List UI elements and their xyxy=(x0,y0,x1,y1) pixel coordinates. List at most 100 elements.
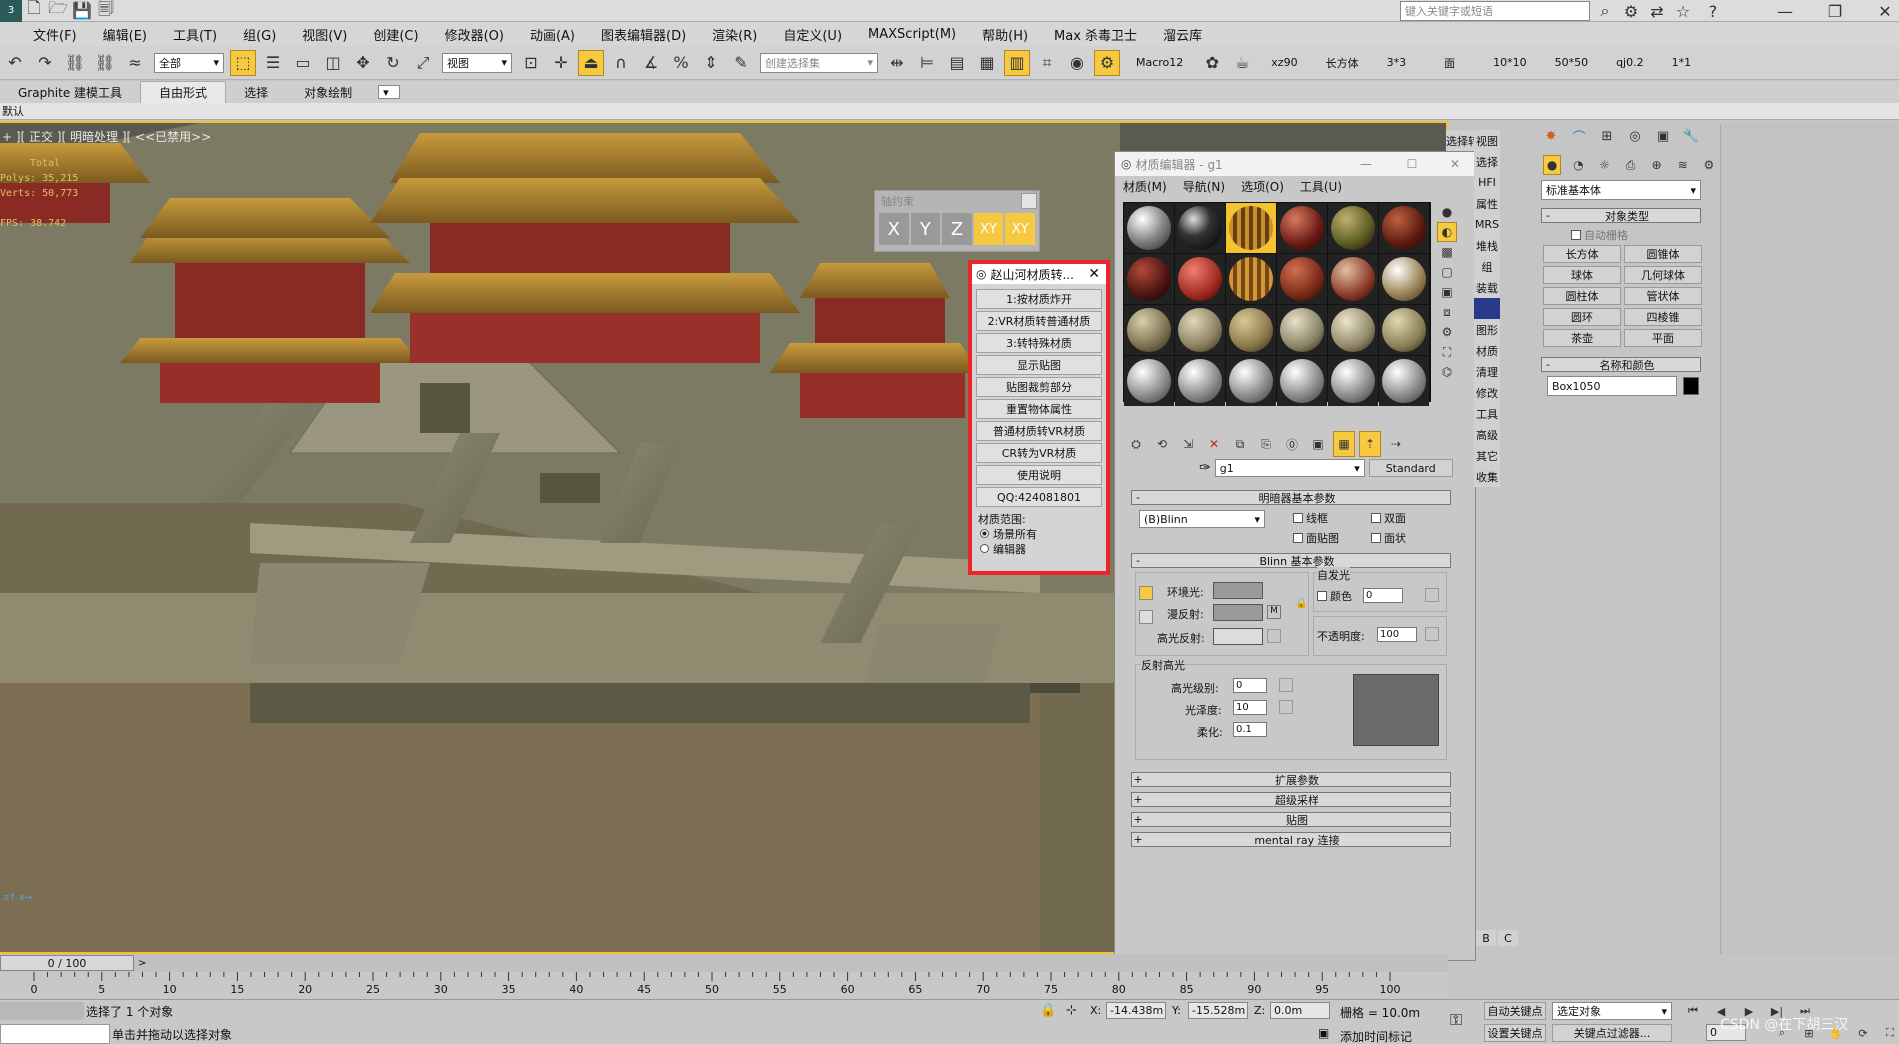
cameras-icon[interactable]: ⎙ xyxy=(1622,155,1640,175)
side-tab-advanced[interactable]: 高级 xyxy=(1474,424,1500,445)
key-set-dropdown[interactable]: 选定对象 ▾ xyxy=(1552,1002,1672,1020)
percent-snap-icon[interactable]: % xyxy=(668,50,694,76)
display-tab-icon[interactable]: ▣ xyxy=(1653,126,1673,146)
ambient-swatch[interactable] xyxy=(1213,582,1263,599)
spacewarps-icon[interactable]: ≋ xyxy=(1674,155,1692,175)
modify-tab-icon[interactable]: ⌒ xyxy=(1569,126,1589,146)
ribbon-options-dropdown[interactable]: ▾ xyxy=(378,85,401,99)
sample-slot[interactable] xyxy=(1175,254,1225,304)
sample-slot[interactable] xyxy=(1226,254,1276,304)
mental-ray-rollout[interactable]: + mental ray 连接 xyxy=(1131,832,1451,847)
face-map-checkbox[interactable]: 面贴图 xyxy=(1293,530,1339,546)
make-unique-icon[interactable]: ⧉ xyxy=(1229,431,1251,457)
maxscript-mini-input[interactable] xyxy=(0,1024,110,1044)
snap-icon[interactable]: ∩ xyxy=(608,50,634,76)
named-selection-dropdown[interactable]: 创建选择集 ▾ xyxy=(760,52,878,73)
graphite-toggle-icon[interactable]: ▦ xyxy=(974,50,1000,76)
script-panel-titlebar[interactable]: ◎ 赵山河材质转... ✕ xyxy=(972,264,1106,284)
menu-tools[interactable]: 工具(T) xyxy=(160,22,230,46)
binoculars-icon[interactable]: ⌕ xyxy=(1594,0,1616,24)
blinn-rollout-header[interactable]: - Blinn 基本参数 xyxy=(1131,553,1451,568)
create-tab-icon[interactable]: ✸ xyxy=(1541,126,1561,146)
app-logo-icon[interactable]: 3 xyxy=(0,0,22,22)
menu-edit[interactable]: 编辑(E) xyxy=(90,22,160,46)
spinner-snap-icon[interactable]: ⇕ xyxy=(698,50,724,76)
new-file-icon[interactable]: 🗋 xyxy=(24,0,44,24)
eyedropper-icon[interactable]: ✑ xyxy=(1199,460,1211,476)
make-preview-icon[interactable]: ⧈ xyxy=(1437,302,1457,322)
material-editor-titlebar[interactable]: ◎ 材质编辑器 - g1 — ☐ ✕ xyxy=(1115,152,1475,176)
opacity-spinner[interactable]: 100 xyxy=(1377,627,1417,642)
time-tag-icon[interactable]: ▣ xyxy=(1318,1026,1329,1040)
geosphere-button[interactable]: 几何球体 xyxy=(1624,266,1702,284)
material-type-button[interactable]: Standard xyxy=(1368,459,1453,477)
menu-animation[interactable]: 动画(A) xyxy=(517,22,588,46)
axis-xy-flyout-button[interactable]: XY xyxy=(1005,213,1035,245)
close-icon[interactable]: ✕ xyxy=(1082,266,1106,282)
orbit-icon[interactable]: ⟳ xyxy=(1853,1024,1873,1042)
range-option-scene[interactable]: 场景所有 xyxy=(972,526,1106,541)
shader-rollout-header[interactable]: - 明暗器基本参数 xyxy=(1131,490,1451,505)
link-icon[interactable]: ⛓ xyxy=(62,50,88,76)
menu-group[interactable]: 组(G) xyxy=(230,22,289,46)
put-to-library-icon[interactable]: ⎘ xyxy=(1255,431,1277,457)
side-tab-clean[interactable]: 清理 xyxy=(1474,361,1500,382)
uv-tiling-icon[interactable]: ▢ xyxy=(1437,262,1457,282)
sample-slot[interactable] xyxy=(1124,254,1174,304)
close-icon[interactable]: ✕ xyxy=(1435,157,1475,171)
sample-slot[interactable] xyxy=(1124,356,1174,406)
assign-material-icon[interactable]: ⇲ xyxy=(1177,431,1199,457)
sample-slot[interactable] xyxy=(1226,305,1276,355)
put-to-scene-icon[interactable]: ⟲ xyxy=(1151,431,1173,457)
show-maps-button[interactable]: 显示贴图 xyxy=(976,355,1102,375)
menu-antivirus[interactable]: Max 杀毒卫士 xyxy=(1041,22,1150,46)
specular-swatch[interactable] xyxy=(1213,628,1263,645)
absolute-mode-icon[interactable]: ⊹ xyxy=(1066,1003,1077,1018)
side-tab-stack[interactable]: 堆栈 xyxy=(1474,235,1500,256)
sample-slot[interactable] xyxy=(1277,254,1327,304)
instructions-button[interactable]: 使用说明 xyxy=(976,465,1102,485)
vr-to-standard-button[interactable]: 2:VR材质转普通材质 xyxy=(976,311,1102,331)
menu-view[interactable]: 视图(V) xyxy=(289,22,360,46)
track-bar[interactable]: 0 5 10 15 20 25 30 35 40 45 50 55 60 65 70 75 80 85 90 95 10… xyxy=(0,972,1448,999)
custom-icon-b[interactable]: ☕ xyxy=(1229,50,1255,76)
render-setup-icon[interactable]: ⚙ xyxy=(1094,49,1120,76)
save-icon[interactable]: 💾 xyxy=(72,0,92,24)
object-name-input[interactable]: Box1050 xyxy=(1547,376,1677,396)
edit-named-selection-icon[interactable]: ✎ xyxy=(728,50,754,76)
menu-graph-editors[interactable]: 图表编辑器(D) xyxy=(588,22,699,46)
helpers-icon[interactable]: ⊕ xyxy=(1648,155,1666,175)
side-tab-modify[interactable]: 修改 xyxy=(1474,382,1500,403)
schematic-view-icon[interactable]: ⌗ xyxy=(1034,50,1060,76)
range-option-editor[interactable]: 编辑器 xyxy=(972,541,1106,556)
sample-slot[interactable] xyxy=(1124,305,1174,355)
shapes-icon[interactable]: ◔ xyxy=(1569,155,1587,175)
self-illum-spinner[interactable]: 0 xyxy=(1363,588,1403,603)
search-input[interactable]: 键入关键字或短语 xyxy=(1400,1,1590,21)
maps-rollout[interactable]: + 贴图 xyxy=(1131,812,1451,827)
minimize-icon[interactable]: — xyxy=(1762,0,1808,24)
menu-help[interactable]: 帮助(H) xyxy=(969,22,1041,46)
object-type-rollout[interactable]: - 对象类型 xyxy=(1541,208,1701,223)
axis-panel-close-icon[interactable] xyxy=(1021,193,1037,209)
sample-slot[interactable] xyxy=(1328,203,1378,253)
shader-type-dropdown[interactable]: (B)Blinn ▾ xyxy=(1139,510,1265,528)
help-icon[interactable]: ? xyxy=(1698,0,1728,24)
teapot-button[interactable]: 茶壶 xyxy=(1543,329,1621,347)
hierarchy-tab-icon[interactable]: ⊞ xyxy=(1597,126,1617,146)
side-tab-load[interactable]: 装载 xyxy=(1474,277,1500,298)
keyboard-shortcut-icon[interactable]: ⏏ xyxy=(578,49,604,76)
opacity-map-button[interactable] xyxy=(1425,627,1439,641)
menu-customize[interactable]: 自定义(U) xyxy=(770,22,855,46)
maximize-viewport-icon[interactable]: ⛶ xyxy=(1880,1024,1899,1042)
spec-level-map-button[interactable] xyxy=(1279,678,1293,692)
qq-button[interactable]: QQ:424081801 xyxy=(976,487,1102,507)
sample-slot[interactable] xyxy=(1277,203,1327,253)
axis-x-button[interactable]: X xyxy=(879,213,909,245)
bind-spacewarp-icon[interactable]: ≈ xyxy=(122,50,148,76)
sample-slot[interactable] xyxy=(1379,203,1429,253)
reset-map-icon[interactable]: ✕ xyxy=(1203,431,1225,457)
close-icon[interactable]: ✕ xyxy=(1862,0,1899,24)
pivot-icon[interactable]: ⊡ xyxy=(518,50,544,76)
lock-ambient-diffuse-icon[interactable] xyxy=(1139,586,1153,600)
